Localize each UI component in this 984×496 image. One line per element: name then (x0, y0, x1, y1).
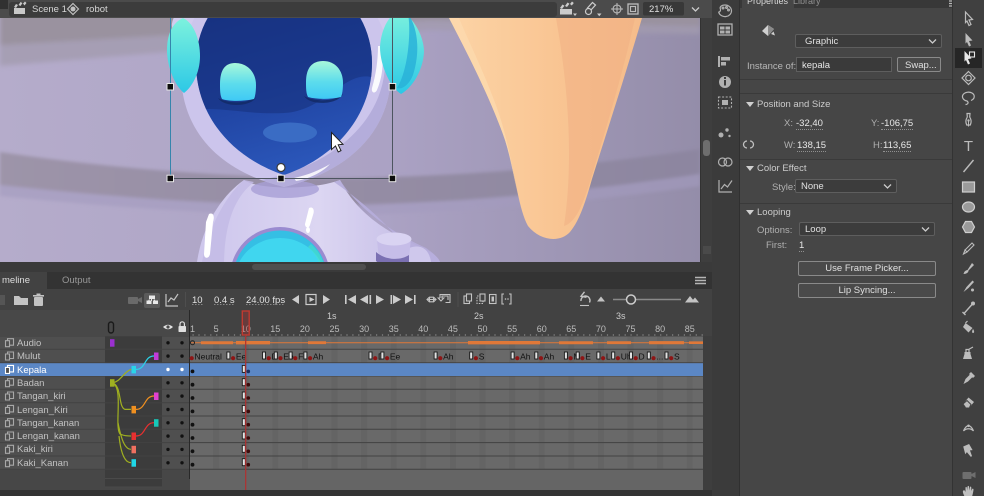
svg-text:Ah: Ah (313, 352, 324, 362)
svg-text:55: 55 (507, 324, 517, 334)
svg-text:10: 10 (192, 295, 203, 306)
svg-text:1s: 1s (327, 311, 337, 321)
svg-text:80: 80 (655, 324, 665, 334)
svg-text:Neutral: Neutral (195, 352, 223, 362)
svg-text:1: 1 (190, 324, 195, 334)
svg-text:3s: 3s (616, 311, 626, 321)
svg-text:35: 35 (389, 324, 399, 334)
svg-text:45: 45 (448, 324, 458, 334)
svg-text:25: 25 (329, 324, 339, 334)
svg-text:2s: 2s (474, 311, 484, 321)
svg-text:75: 75 (625, 324, 635, 334)
svg-text:L: L (606, 352, 611, 362)
svg-text:40: 40 (418, 324, 428, 334)
svg-text:5: 5 (214, 324, 219, 334)
svg-text:S: S (479, 352, 485, 362)
svg-text:S: S (674, 352, 680, 362)
svg-text:20: 20 (300, 324, 310, 334)
svg-text:70: 70 (596, 324, 606, 334)
svg-text:E: E (585, 352, 591, 362)
svg-text:Ee: Ee (236, 352, 247, 362)
svg-text:65: 65 (566, 324, 576, 334)
svg-text:D: D (639, 352, 645, 362)
svg-text:T: T (964, 138, 973, 155)
svg-text:Ah: Ah (443, 352, 454, 362)
svg-text:...: ... (656, 352, 663, 362)
svg-text:Ah: Ah (520, 352, 531, 362)
svg-text:Ee: Ee (390, 352, 401, 362)
svg-text:30: 30 (359, 324, 369, 334)
svg-text:F: F (298, 352, 303, 362)
svg-text:Ah: Ah (544, 352, 555, 362)
svg-text:15: 15 (270, 324, 280, 334)
svg-text:50: 50 (477, 324, 487, 334)
svg-text:85: 85 (685, 324, 695, 334)
svg-text:60: 60 (537, 324, 547, 334)
